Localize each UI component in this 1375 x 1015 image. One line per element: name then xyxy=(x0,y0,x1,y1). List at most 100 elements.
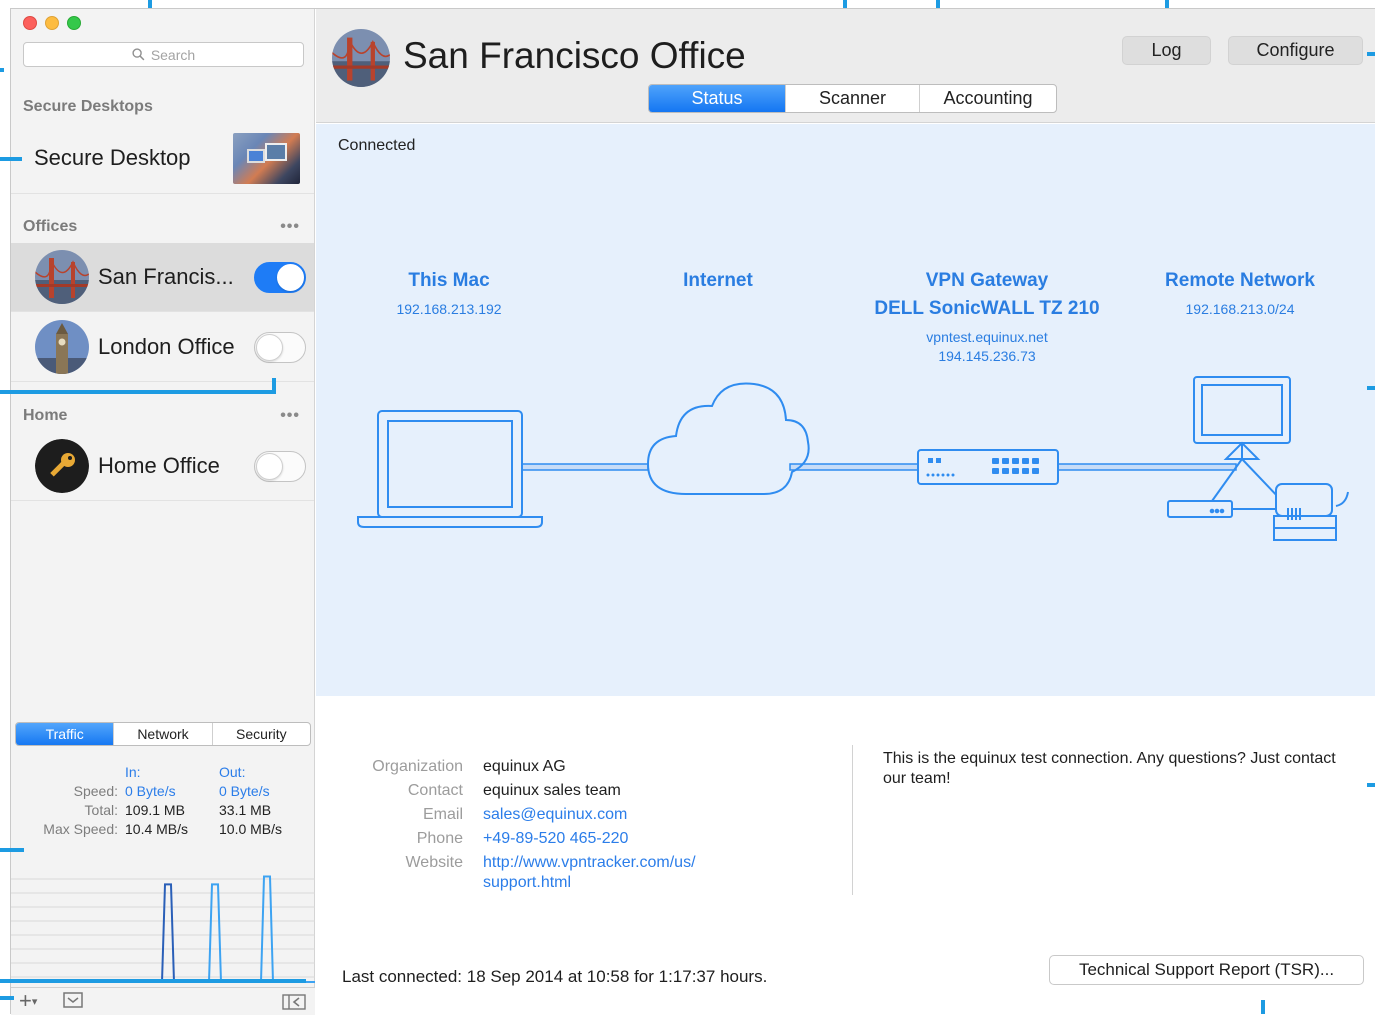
tab-security[interactable]: Security xyxy=(213,723,310,745)
total-label: Total: xyxy=(84,802,118,818)
organization-label: Organization xyxy=(372,758,463,775)
email-label: Email xyxy=(422,806,463,823)
connection-item-london[interactable]: London Office xyxy=(11,313,314,382)
speed-out-value: 0 Byte/s xyxy=(219,783,270,799)
vpn-gateway-host: vpntest.equinux.net xyxy=(926,329,1048,345)
tab-accounting[interactable]: Accounting xyxy=(920,85,1056,112)
max-out-value: 10.0 MB/s xyxy=(219,821,283,837)
callout-line-14 xyxy=(1367,783,1375,787)
website-link-line-1: http://www.vpntracker.com/us/ xyxy=(483,854,696,871)
san-francisco-toggle[interactable] xyxy=(254,261,306,293)
golden-gate-header-avatar xyxy=(332,29,390,87)
plus-icon: + xyxy=(19,988,32,1013)
golden-gate-avatar xyxy=(35,250,89,304)
traffic-graph xyxy=(11,875,315,983)
last-connected-text: Last connected: 18 Sep 2014 at 10:58 for… xyxy=(342,967,768,986)
main-header: San Francisco Office Status Scanner Acco… xyxy=(316,9,1375,123)
this-mac-title: This Mac xyxy=(408,270,490,291)
page-title: San Francisco Office xyxy=(403,35,746,76)
connection-name-london: London Office xyxy=(98,334,235,359)
callout-line-11 xyxy=(0,996,14,1000)
minimize-window-button[interactable] xyxy=(45,16,59,30)
tab-network[interactable]: Network xyxy=(114,723,213,745)
gateway-icon xyxy=(917,449,1059,485)
connection-name-home: Home Office xyxy=(98,453,220,478)
contact-value: equinux sales team xyxy=(483,782,621,799)
vpn-gateway-title: VPN Gateway xyxy=(925,270,1049,291)
callout-line-10 xyxy=(0,979,306,983)
tab-traffic[interactable]: Traffic xyxy=(16,723,115,745)
key-avatar xyxy=(35,439,89,493)
section-label-offices: Offices xyxy=(23,218,78,235)
speed-label: Speed: xyxy=(73,783,118,799)
laptop-icon xyxy=(357,410,543,528)
tab-status[interactable]: Status xyxy=(649,85,786,112)
email-link[interactable]: sales@equinux.com xyxy=(483,806,627,824)
app-window: Search Secure Desktops Secure Desktop Of… xyxy=(10,8,1375,1015)
tab-scanner[interactable]: Scanner xyxy=(786,85,920,112)
connection-info: Organization equinux AG Contact equinux … xyxy=(316,697,1375,1014)
website-link-line-2: support.html xyxy=(483,874,572,891)
search-field[interactable]: Search xyxy=(23,42,304,67)
traffic-in-series xyxy=(11,883,315,983)
connection-item-home[interactable]: Home Office xyxy=(11,432,314,501)
search-placeholder: Search xyxy=(150,46,196,63)
vpn-gateway-model: DELL SonicWALL TZ 210 xyxy=(874,298,1100,319)
vpn-gateway-ip: 194.145.236.73 xyxy=(938,348,1036,364)
callout-line-8 xyxy=(272,378,276,393)
main-tabs: Status Scanner Accounting xyxy=(648,84,1057,113)
network-diagram-graphic xyxy=(357,376,1349,541)
this-mac-ip: 192.168.213.192 xyxy=(396,301,502,317)
total-in-value: 109.1 MB xyxy=(125,802,185,818)
add-connection-button[interactable]: +▾ xyxy=(19,990,37,1013)
connection-lines xyxy=(521,463,1237,471)
connection-name-san-francisco: San Francis... xyxy=(98,264,234,289)
window-controls xyxy=(23,16,81,30)
offices-more-button[interactable]: ••• xyxy=(280,218,300,236)
remote-network-icon xyxy=(1167,376,1349,541)
home-toggle[interactable] xyxy=(254,450,306,482)
speed-in-value: 0 Byte/s xyxy=(125,783,176,799)
configure-button[interactable]: Configure xyxy=(1228,36,1363,65)
callout-line-13 xyxy=(1367,386,1375,390)
main-pane: San Francisco Office Status Scanner Acco… xyxy=(316,9,1375,1014)
connection-item-san-francisco[interactable]: San Francis... xyxy=(11,243,314,312)
remote-network-subnet: 192.168.213.0/24 xyxy=(1185,301,1295,317)
connection-diagram: Connected This Mac 192.168.213.192 Inter… xyxy=(316,124,1375,696)
info-divider xyxy=(852,745,853,895)
zoom-window-button[interactable] xyxy=(67,16,81,30)
search-icon xyxy=(132,48,145,61)
add-menu-caret-icon: ▾ xyxy=(31,996,38,1009)
collapse-sidebar-icon[interactable] xyxy=(282,992,306,1014)
contact-label: Contact xyxy=(407,782,463,799)
close-window-button[interactable] xyxy=(23,16,37,30)
callout-line-6 xyxy=(0,157,22,161)
section-label-secure-desktops: Secure Desktops xyxy=(23,98,153,115)
website-label: Website xyxy=(405,854,463,871)
phone-link[interactable]: +49-89-520 465-220 xyxy=(483,830,628,848)
website-link[interactable]: http://www.vpntracker.com/us/ support.ht… xyxy=(483,854,696,892)
log-button[interactable]: Log xyxy=(1122,36,1211,65)
callout-line-5 xyxy=(0,68,4,72)
tray-icon[interactable] xyxy=(63,991,83,1013)
in-header: In: xyxy=(125,764,141,780)
connection-note: This is the equinux test connection. Any… xyxy=(883,750,1336,787)
out-header: Out: xyxy=(219,764,246,780)
remote-network-title: Remote Network xyxy=(1165,270,1315,291)
internet-title: Internet xyxy=(683,270,753,291)
home-more-button[interactable]: ••• xyxy=(280,407,300,425)
callout-line-12 xyxy=(1367,52,1375,56)
technical-support-report-button[interactable]: Technical Support Report (TSR)... xyxy=(1049,955,1364,985)
phone-label: Phone xyxy=(416,830,463,847)
callout-line-9 xyxy=(0,848,24,852)
section-label-home: Home xyxy=(23,407,68,424)
total-out-value: 33.1 MB xyxy=(219,802,272,818)
secure-desktop-item[interactable]: Secure Desktop xyxy=(11,123,314,194)
london-toggle[interactable] xyxy=(254,331,306,363)
sidebar-bottom-bar: +▾ xyxy=(11,987,315,1015)
sidebar: Search Secure Desktops Secure Desktop Of… xyxy=(11,9,315,1015)
stats-tabs: Traffic Network Security xyxy=(15,722,311,746)
max-in-value: 10.4 MB/s xyxy=(125,821,189,837)
max-speed-label: Max Speed: xyxy=(43,821,118,837)
callout-line-15 xyxy=(1261,1000,1265,1014)
